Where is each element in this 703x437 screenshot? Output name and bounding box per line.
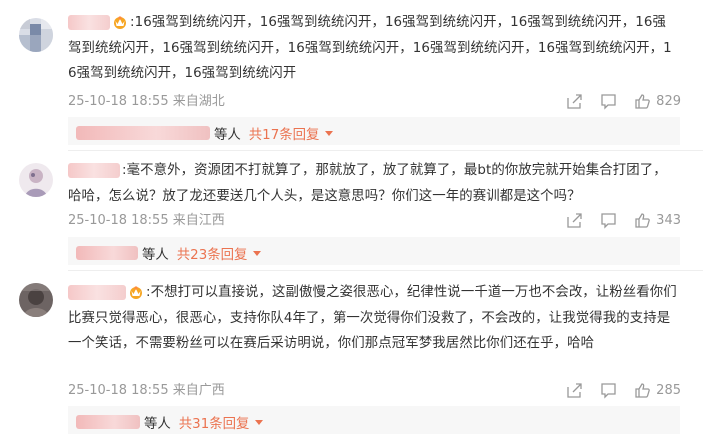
thumbs-up-icon: [635, 213, 651, 228]
like-count: 829: [656, 94, 681, 109]
thumbs-up-icon: [635, 383, 651, 398]
comment-text: :16强驾到统统闪开，16强驾到统统闪开，16强驾到统统闪开，16强驾到统统闪开…: [68, 14, 672, 81]
reply-count-link[interactable]: 共23条回复: [177, 243, 248, 263]
reply-count-link[interactable]: 共17条回复: [249, 123, 320, 143]
reply-summary[interactable]: 等人 共31条回复: [68, 406, 680, 434]
share-icon[interactable]: [566, 93, 583, 110]
username[interactable]: [68, 162, 120, 178]
comment-actions: 343: [566, 212, 681, 229]
like-button[interactable]: 829: [634, 93, 681, 110]
like-count: 285: [656, 383, 681, 398]
thumbs-up-icon: [635, 94, 651, 109]
reply-summary[interactable]: 等人 共23条回复: [68, 237, 680, 265]
comment-actions: 829: [566, 93, 681, 110]
comment-text: :不想打可以直接说，这副傲慢之姿很恶心，纪律性说一千道一万也不会改，让粉丝看你们…: [68, 284, 677, 351]
avatar[interactable]: [19, 18, 53, 52]
share-icon[interactable]: [566, 382, 583, 399]
username[interactable]: [68, 14, 110, 30]
reply-usernames[interactable]: [76, 415, 140, 429]
caret-down-icon[interactable]: [325, 130, 334, 136]
comment-meta: 25-10-18 18:55 来自广西: [68, 383, 225, 398]
share-icon[interactable]: [566, 212, 583, 229]
divider: [68, 150, 703, 151]
caret-down-icon[interactable]: [255, 419, 264, 425]
like-button[interactable]: 285: [634, 382, 681, 399]
comment-icon[interactable]: [600, 212, 617, 229]
reply-usernames[interactable]: [76, 246, 138, 260]
reply-usernames[interactable]: [76, 126, 210, 140]
reply-count-link[interactable]: 共31条回复: [179, 412, 250, 432]
username[interactable]: [68, 284, 126, 300]
avatar[interactable]: [19, 283, 53, 317]
like-button[interactable]: 343: [634, 212, 681, 229]
crown-badge-icon: [114, 16, 126, 29]
caret-down-icon[interactable]: [253, 250, 262, 256]
comment-actions: 285: [566, 382, 681, 399]
divider: [68, 270, 703, 271]
like-count: 343: [656, 213, 681, 228]
comment-meta: 25-10-18 18:55 来自江西: [68, 213, 225, 228]
reply-summary[interactable]: 等人 共17条回复: [68, 117, 680, 145]
comment-icon[interactable]: [600, 93, 617, 110]
avatar[interactable]: [19, 163, 53, 197]
comment-meta: 25-10-18 18:55 来自湖北: [68, 94, 225, 109]
comment-text: :毫不意外，资源团不打就算了，那就放了，放了就算了，最bt的你放完就开始集合打团…: [68, 162, 667, 204]
crown-badge-icon: [130, 286, 142, 299]
comment-icon[interactable]: [600, 382, 617, 399]
